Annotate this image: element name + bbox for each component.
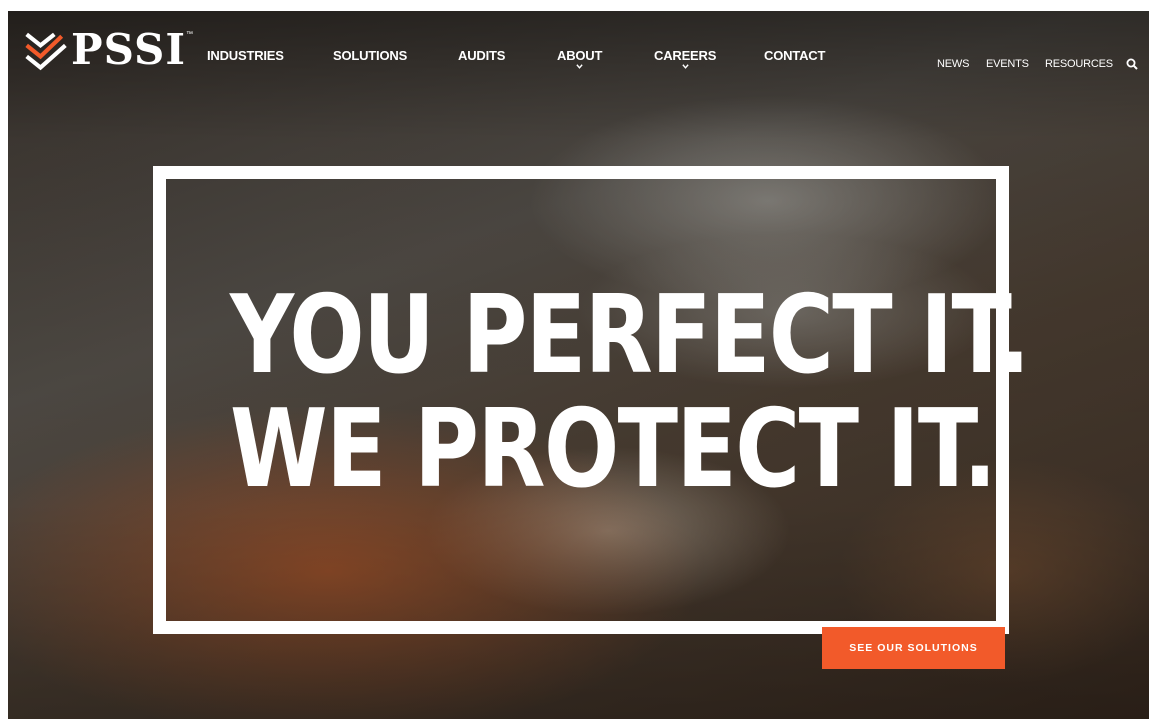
nav-label: ABOUT xyxy=(557,48,603,63)
utility-link-resources[interactable]: RESOURCES xyxy=(1045,58,1113,70)
utility-link-news[interactable]: NEWS xyxy=(937,58,969,70)
nav-contact[interactable]: CONTACT xyxy=(764,48,825,63)
top-navigation: PSSI ™ INDUSTRIES SOLUTIONS AUDITS ABOUT… xyxy=(8,11,1149,91)
nav-audits[interactable]: AUDITS xyxy=(458,48,505,63)
nav-label: CONTACT xyxy=(764,48,826,63)
nav-label: AUDITS xyxy=(458,48,506,63)
headline-line-1: YOU PERFECT IT. xyxy=(230,273,1030,398)
nav-careers[interactable]: CAREERS xyxy=(654,48,716,70)
hero-headline: YOU PERFECT IT. WE PROTECT IT. xyxy=(230,273,1030,512)
trademark-symbol: ™ xyxy=(186,31,193,38)
utility-link-events[interactable]: EVENTS xyxy=(986,58,1029,70)
nav-label: CAREERS xyxy=(654,48,717,63)
see-solutions-button[interactable]: SEE OUR SOLUTIONS xyxy=(822,627,1005,669)
chevron-down-icon xyxy=(681,64,689,69)
nav-about[interactable]: ABOUT xyxy=(557,48,602,70)
logo-wordmark: PSSI xyxy=(71,25,186,74)
headline-line-2: WE PROTECT IT. xyxy=(230,387,997,512)
nav-label: SOLUTIONS xyxy=(333,48,408,63)
hero-section: PSSI ™ INDUSTRIES SOLUTIONS AUDITS ABOUT… xyxy=(8,11,1149,719)
chevron-down-icon xyxy=(576,64,583,69)
search-icon[interactable] xyxy=(1126,58,1138,70)
nav-industries[interactable]: INDUSTRIES xyxy=(207,48,284,63)
logo-link[interactable]: PSSI ™ xyxy=(23,21,193,79)
chevron-stack-icon xyxy=(25,32,67,71)
nav-solutions[interactable]: SOLUTIONS xyxy=(333,48,407,63)
nav-label: INDUSTRIES xyxy=(207,48,284,63)
